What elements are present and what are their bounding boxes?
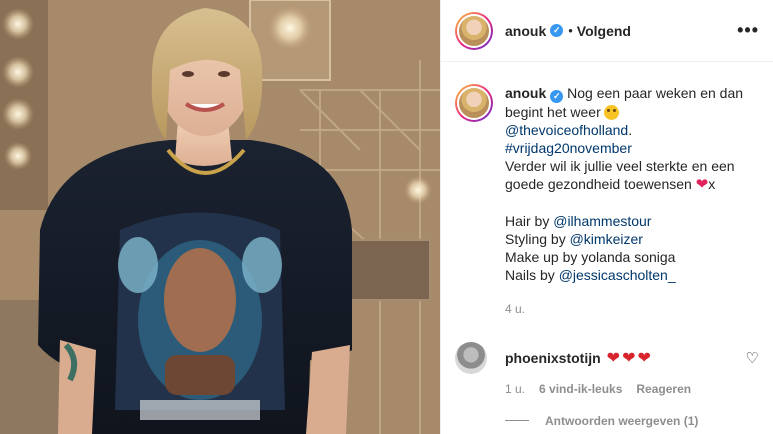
hair-label: Hair by (505, 212, 554, 229)
replies-dash (505, 420, 529, 421)
post-image (0, 0, 440, 434)
post-side-panel: anouk ✓ • Volgend ••• anouk ✓ Nog een paa… (440, 0, 773, 434)
mention-suffix: . (628, 121, 633, 138)
post-photo[interactable] (0, 0, 440, 434)
caption-username[interactable]: anouk (505, 85, 546, 101)
hashtag-vrijdag20november[interactable]: #vrijdag20november (505, 140, 632, 156)
caption: anouk ✓ Nog een paar weken en dan begint … (505, 84, 755, 318)
view-replies-label: Antwoorden weergeven (1) (545, 413, 699, 428)
heart-emoji-icon: ❤ (695, 175, 709, 193)
smile-emoji-icon (603, 104, 619, 120)
verified-badge-icon: ✓ (550, 89, 564, 103)
author-avatar[interactable] (455, 11, 493, 50)
like-heart-icon[interactable]: ♡ (746, 349, 759, 367)
nails-label: Nails by (505, 266, 559, 283)
heart-emoji-icon: ❤❤❤ (606, 349, 653, 367)
mention-ilhammestour[interactable]: @ilhammestour (553, 213, 651, 229)
verified-badge-icon: ✓ (550, 24, 564, 37)
view-replies-button[interactable]: Antwoorden weergeven (1) (441, 396, 773, 428)
caption-author-avatar[interactable] (455, 84, 493, 122)
comment-meta: 1 u. 6 vind-ik-leuks Reageren (441, 374, 773, 396)
comment-age[interactable]: 1 u. (505, 382, 525, 396)
styling-label: Styling by (505, 230, 570, 247)
comment-likes-count[interactable]: 6 vind-ik-leuks (539, 382, 622, 396)
caption-age[interactable]: 4 u. (505, 300, 755, 318)
comment-row: phoenixstotijn ❤❤❤ ♡ (441, 318, 773, 374)
commenter-avatar[interactable] (455, 341, 487, 374)
author-username[interactable]: anouk (505, 23, 546, 39)
mention-thevoiceofholland[interactable]: @thevoiceofholland (505, 122, 628, 138)
mention-kimkeizer[interactable]: @kimkeizer (570, 231, 643, 247)
more-icon[interactable]: ••• (737, 20, 759, 41)
commenter-username[interactable]: phoenixstotijn (505, 350, 601, 366)
caption-x: x (708, 175, 716, 192)
post-header: anouk ✓ • Volgend ••• (441, 0, 773, 62)
reply-button[interactable]: Reageren (636, 382, 691, 396)
following-button[interactable]: Volgend (577, 23, 631, 39)
mention-jessicascholten[interactable]: @jessicascholten_ (559, 267, 676, 283)
caption-block: anouk ✓ Nog een paar weken en dan begint … (441, 62, 773, 318)
separator-dot: • (568, 23, 573, 38)
makeup-line: Make up by yolanda soniga (505, 248, 676, 265)
